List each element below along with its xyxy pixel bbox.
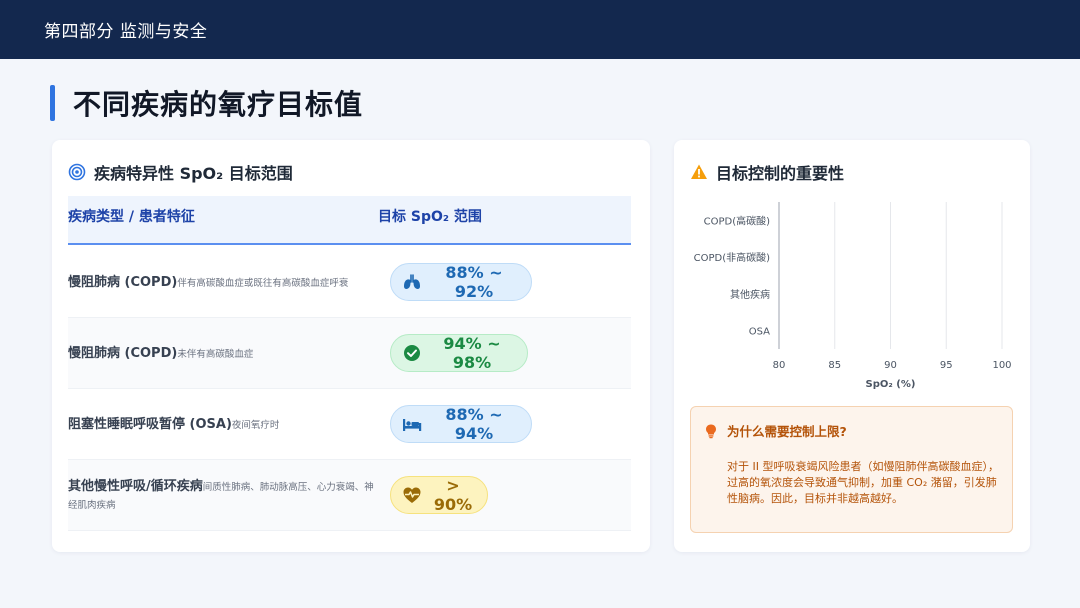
section-title: 第四部分 监测与安全 [44,22,208,42]
x-tick-label: 95 [940,360,953,371]
range-pill: 88% ~ 94% [390,405,532,443]
disease-name: 慢阻肺病 (COPD) [68,274,178,290]
check-circle-icon [401,342,423,364]
range-value: > 90% [429,476,477,514]
disease-cell: 其他慢性呼吸/循环疾病间质性肺病、肺动脉高压、心力衰竭、神经肌肉疾病 [68,460,378,531]
importance-card: 目标控制的重要性 80 85 90 95 100 COPD(高碳酸) COPD(非高碳酸) 其… [674,140,1030,552]
x-axis-label: SpO₂ (%) [866,379,916,390]
disease-name: 阻塞性睡眠呼吸暂停 (OSA) [68,416,232,432]
range-pill: 94% ~ 98% [390,334,528,372]
target-range-card-title: 疾病特异性 SpO₂ 目标范围 [94,164,293,183]
lungs-icon [401,271,423,293]
range-value: 88% ~ 92% [429,263,519,301]
table-row: 阻塞性睡眠呼吸暂停 (OSA)夜间氧疗时 88% ~ 94% [68,389,631,460]
range-value-line2: 94% [454,424,494,443]
disease-name: 慢阻肺病 (COPD) [68,345,178,361]
range-value-line1: > [446,476,460,495]
target-range-card: 疾病特异性 SpO₂ 目标范围 疾病类型 / 患者特征 目标 SpO₂ 范围 慢… [52,140,650,552]
range-value-line2: 98% [452,353,492,372]
range-value-line1: 88% ~ [445,263,503,282]
range-pill: > 90% [390,476,488,514]
x-tick-label: 85 [828,360,841,371]
table-row: 其他慢性呼吸/循环疾病间质性肺病、肺动脉高压、心力衰竭、神经肌肉疾病 > 90% [68,460,631,531]
bed-icon [401,413,423,435]
column-header-range: 目标 SpO₂ 范围 [378,209,482,225]
disease-cell: 慢阻肺病 (COPD)未伴有高碳酸血症 [68,318,378,389]
range-pill: 88% ~ 92% [390,263,532,301]
y-category-label: COPD(非高碳酸) [694,251,770,264]
note-title: 为什么需要控制上限? [727,424,847,439]
range-value-line1: 88% ~ [445,405,503,424]
lightbulb-icon [703,423,719,439]
disease-cell: 阻塞性睡眠呼吸暂停 (OSA)夜间氧疗时 [68,389,378,460]
range-value-line2: 90% [433,495,473,514]
range-value: 88% ~ 94% [429,405,519,443]
table-header: 疾病类型 / 患者特征 目标 SpO₂ 范围 [68,196,631,245]
table-row: 慢阻肺病 (COPD)未伴有高碳酸血症 94% ~ 98% [68,318,631,389]
note-body: 对于 II 型呼吸衰竭风险患者（如慢阻肺伴高碳酸血症），过高的氧浓度会导致通气抑… [727,460,999,505]
y-category-label: 其他疾病 [730,288,770,301]
spo2-target-chart: 80 85 90 95 100 COPD(高碳酸) COPD(非高碳酸) 其他疾病 OSA SpO… [694,202,1012,390]
range-value-line2: 92% [454,282,494,301]
range-value: 94% ~ 98% [429,334,515,372]
upper-limit-note: 为什么需要控制上限? 对于 II 型呼吸衰竭风险患者（如慢阻肺伴高碳酸血症），过… [690,406,1013,533]
table-row: 慢阻肺病 (COPD)伴有高碳酸血症或既往有高碳酸血症呼衰 88% ~ 92% [68,247,631,318]
disease-cell: 慢阻肺病 (COPD)伴有高碳酸血症或既往有高碳酸血症呼衰 [68,247,378,318]
x-tick-label: 90 [884,360,897,371]
title-accent-bar [50,85,55,121]
column-header-disease: 疾病类型 / 患者特征 [68,209,195,225]
x-tick-label: 80 [773,360,786,371]
x-tick-label: 100 [992,360,1011,371]
range-value-line1: 94% ~ [443,334,501,353]
heart-pulse-icon [401,484,423,506]
target-icon [68,163,86,181]
disease-name: 其他慢性呼吸/循环疾病 [68,478,203,494]
top-bar: 第四部分 监测与安全 [0,0,1080,59]
disease-detail: 伴有高碳酸血症或既往有高碳酸血症呼衰 [177,277,349,289]
y-category-label: COPD(高碳酸) [704,214,770,227]
page-title: 不同疾病的氧疗目标值 [73,88,364,121]
y-category-label: OSA [749,327,770,338]
disease-detail: 夜间氧疗时 [231,419,280,431]
target-range-card-header: 疾病特异性 SpO₂ 目标范围 [68,160,293,184]
note-header: 为什么需要控制上限? [703,421,847,440]
page-title-block: 不同疾病的氧疗目标值 [50,84,363,122]
disease-detail: 未伴有高碳酸血症 [177,348,254,360]
